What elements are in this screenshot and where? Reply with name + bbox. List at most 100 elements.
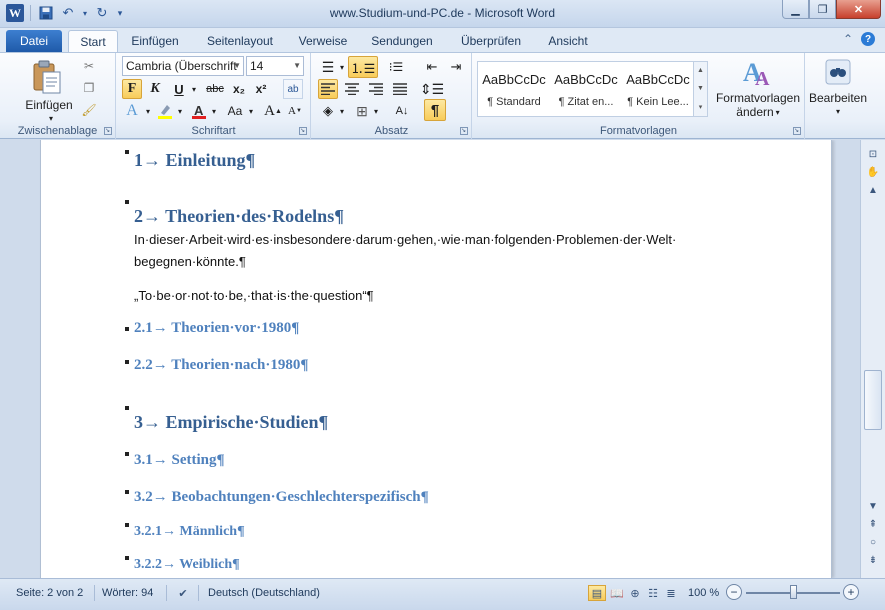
body-paragraph-line-1[interactable]: In·dieser·Arbeit·wird·es·insbesondere·da… <box>134 232 676 247</box>
heading-theorien-vor-1980[interactable]: 2.1→ Theorien·vor·1980¶ <box>134 320 299 337</box>
clipboard-launcher-icon[interactable]: ↘ <box>104 127 112 135</box>
full-screen-reading-view-icon[interactable]: 📖 <box>608 585 626 601</box>
align-right-icon[interactable] <box>366 79 386 99</box>
change-styles-button[interactable]: ändern ▾ <box>713 105 803 119</box>
cut-icon[interactable]: ✂ <box>80 57 98 75</box>
paragraph-launcher-icon[interactable]: ↘ <box>460 127 468 135</box>
proofing-check-icon[interactable]: ✔ <box>174 585 192 601</box>
highlight-icon[interactable] <box>155 101 175 121</box>
font-name-select[interactable]: Cambria (Überschrift ▼ <box>122 56 244 76</box>
text-effects-dropdown-icon[interactable]: ▾ <box>143 101 153 121</box>
show-formatting-marks-button[interactable]: ¶ <box>424 99 446 121</box>
change-styles-icon[interactable]: AA <box>713 55 803 89</box>
zoom-in-icon[interactable]: + <box>843 584 859 600</box>
heading-empirische-studien[interactable]: 3→ Empirische·Studien¶ <box>134 412 328 433</box>
paste-dropdown-icon[interactable]: ▾ <box>46 113 56 123</box>
scroll-down-icon[interactable]: ▼ <box>864 498 882 514</box>
help-icon[interactable]: ? <box>861 32 875 46</box>
decrease-indent-icon[interactable]: ⇤ <box>422 57 442 77</box>
chevron-down-icon[interactable]: ▼ <box>697 85 704 92</box>
tab-ansicht[interactable]: Ansicht <box>540 30 596 52</box>
minimize-ribbon-icon[interactable]: ⌃ <box>843 32 853 46</box>
document-page[interactable]: 1→ Einleitung¶ 2→ Theorien·des·Rodelns¶ … <box>40 140 832 578</box>
numbering-icon[interactable]: ⒈☰ <box>348 56 378 78</box>
next-page-icon[interactable]: ⇟ <box>864 552 882 568</box>
vertical-scrollbar[interactable]: ⊡ ✋ ▲ ▼ ⇞ ○ ⇟ <box>860 140 885 578</box>
tab-start[interactable]: Start <box>68 30 118 52</box>
borders-icon[interactable]: ⊞ <box>352 101 372 121</box>
outline-view-icon[interactable]: ☷ <box>644 585 662 601</box>
bullets-dropdown-icon[interactable]: ▾ <box>338 57 346 77</box>
text-effects-icon[interactable]: A <box>122 101 142 121</box>
heading-setting[interactable]: 3.1→ Setting¶ <box>134 452 225 469</box>
shading-dropdown-icon[interactable]: ▾ <box>338 101 346 121</box>
grow-font-icon[interactable]: A ▲ <box>263 101 283 121</box>
font-color-icon[interactable]: A <box>189 101 209 121</box>
browse-object-icon[interactable]: ○ <box>864 534 882 550</box>
print-layout-view-icon[interactable]: ▤ <box>588 585 606 601</box>
format-painter-icon[interactable]: 🖌 <box>80 101 98 119</box>
increase-indent-icon[interactable]: ⇥ <box>446 57 466 77</box>
tab-datei[interactable]: Datei <box>6 30 62 52</box>
close-button[interactable]: ✕ <box>836 0 881 19</box>
paste-icon[interactable] <box>22 57 72 97</box>
styles-gallery-scroll[interactable]: ▲ ▼ ▾ <box>693 62 707 116</box>
more-icon[interactable]: ▾ <box>699 103 703 111</box>
shading-icon[interactable]: ◈ <box>318 101 338 121</box>
italic-button[interactable]: K <box>145 79 165 99</box>
font-launcher-icon[interactable]: ↘ <box>299 127 307 135</box>
tab-verweise[interactable]: Verweise <box>292 30 354 52</box>
tab-sendungen[interactable]: Sendungen <box>364 30 440 52</box>
style-kein-leerraum[interactable]: AaBbCcDc ¶ Kein Lee... <box>622 62 694 116</box>
font-color-dropdown-icon[interactable]: ▾ <box>209 101 219 121</box>
sort-icon[interactable]: A↓ <box>392 101 412 121</box>
body-paragraph-line-2[interactable]: begegnen·könnte.¶ <box>134 254 246 269</box>
align-left-icon[interactable] <box>318 79 338 99</box>
line-spacing-icon[interactable]: ⇕☰ <box>420 79 444 99</box>
chevron-up-icon[interactable]: ▲ <box>697 67 704 74</box>
bold-button[interactable]: F <box>122 79 142 99</box>
scrollbar-thumb[interactable] <box>864 370 882 430</box>
find-binoculars-icon[interactable] <box>822 57 854 87</box>
borders-dropdown-icon[interactable]: ▾ <box>372 101 380 121</box>
editing-label[interactable]: Bearbeiten <box>806 91 870 105</box>
minimize-button[interactable]: ▁ <box>782 0 809 19</box>
copy-icon[interactable]: ❐ <box>80 79 98 97</box>
align-center-icon[interactable] <box>342 79 362 99</box>
heading-theorien-nach-1980[interactable]: 2.2→ Theorien·nach·1980¶ <box>134 357 309 374</box>
highlight-dropdown-icon[interactable]: ▾ <box>175 101 185 121</box>
change-styles-label-1[interactable]: Formatvorlagen <box>713 91 803 105</box>
clear-formatting-icon[interactable]: ab <box>283 79 303 99</box>
font-size-select[interactable]: 14 ▼ <box>246 56 304 76</box>
strikethrough-button[interactable]: abc <box>203 79 227 99</box>
previous-page-icon[interactable]: ⇞ <box>864 516 882 532</box>
web-layout-view-icon[interactable]: ⊕ <box>626 585 644 601</box>
draft-view-icon[interactable]: ≣ <box>662 585 680 601</box>
language-indicator[interactable]: Deutsch (Deutschland) <box>208 587 320 599</box>
underline-dropdown-icon[interactable]: ▾ <box>189 79 199 99</box>
underline-button[interactable]: U <box>169 79 189 99</box>
zoom-out-icon[interactable]: − <box>726 584 742 600</box>
heading-einleitung[interactable]: 1→ Einleitung¶ <box>134 150 255 171</box>
superscript-button[interactable]: x² <box>251 79 271 99</box>
zoom-slider-handle[interactable] <box>790 585 797 599</box>
styles-launcher-icon[interactable]: ↘ <box>793 127 801 135</box>
editing-dropdown-icon[interactable]: ▾ <box>806 105 870 117</box>
zoom-level[interactable]: 100 % <box>688 587 719 599</box>
tab-ueberpruefen[interactable]: Überprüfen <box>452 30 530 52</box>
change-case-dropdown-icon[interactable]: ▾ <box>247 101 255 121</box>
shrink-font-icon[interactable]: A ▼ <box>285 101 305 121</box>
style-zitat[interactable]: AaBbCcDc ¶ Zitat en... <box>550 62 622 116</box>
ruler-toggle-icon[interactable]: ⊡ <box>864 146 882 162</box>
quote-paragraph[interactable]: „To·be·or·not·to·be,·that·is·the·questio… <box>134 288 374 303</box>
word-count[interactable]: Wörter: 94 <box>102 587 153 599</box>
paste-button[interactable]: Einfügen <box>14 97 84 113</box>
heading-weiblich[interactable]: 3.2.2→ Weiblich¶ <box>134 557 240 573</box>
bullets-icon[interactable]: ☰ <box>318 57 338 77</box>
subscript-button[interactable]: x₂ <box>229 79 249 99</box>
heading-maennlich[interactable]: 3.2.1→ Männlich¶ <box>134 524 245 540</box>
page-count[interactable]: Seite: 2 von 2 <box>16 587 83 599</box>
heading-theorien-des-rodelns[interactable]: 2→ Theorien·des·Rodelns¶ <box>134 206 344 227</box>
pan-hand-icon[interactable]: ✋ <box>864 164 882 180</box>
multilevel-list-icon[interactable]: ⁝☰ <box>384 57 408 77</box>
